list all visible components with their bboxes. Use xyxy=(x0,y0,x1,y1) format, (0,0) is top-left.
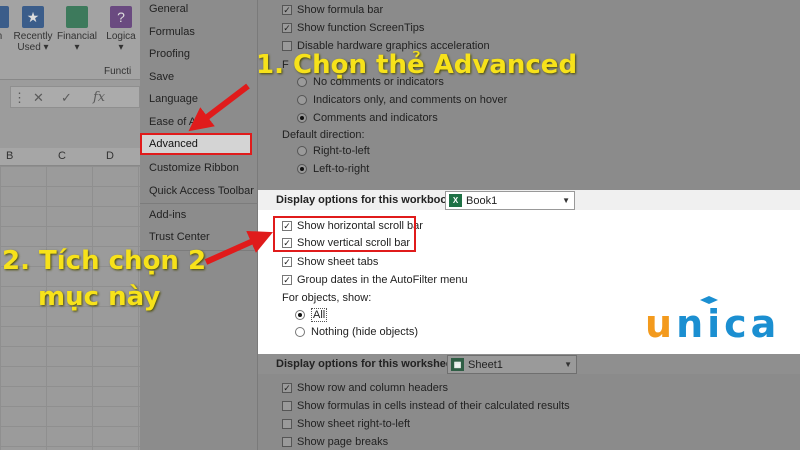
unica-logo: unica xyxy=(645,302,781,346)
graduation-cap-icon xyxy=(700,296,718,304)
arrow-to-advanced xyxy=(188,83,250,132)
arrow-to-scroll-options xyxy=(204,230,273,265)
annotation-arrows xyxy=(188,83,273,265)
